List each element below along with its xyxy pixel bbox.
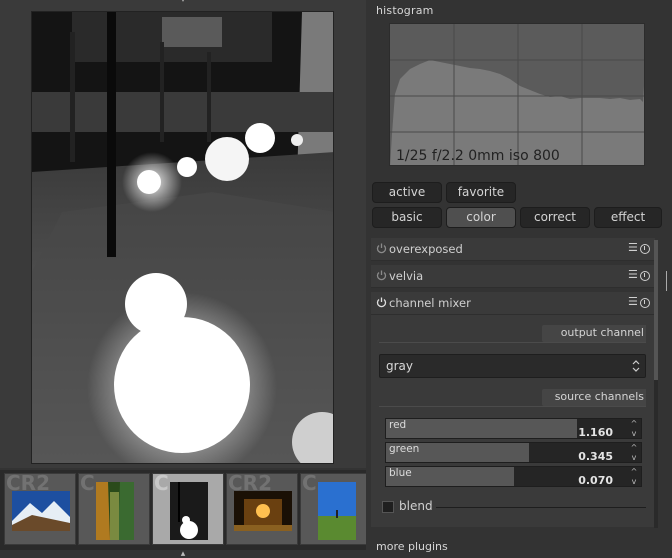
blend-label: blend <box>399 499 433 513</box>
slider-value: 1.160 <box>578 426 613 439</box>
spin-arrows-icon[interactable]: ^ v <box>630 443 638 463</box>
exposure-info: 1/25 f/2.2 0mm iso 800 <box>396 148 560 164</box>
blend-separator <box>436 507 646 508</box>
slider-value: 0.070 <box>578 474 613 487</box>
thumb-image <box>12 491 70 531</box>
photo-canvas <box>32 12 333 463</box>
plugin-name: velvia <box>389 269 424 283</box>
slider-label: green <box>389 443 420 455</box>
output-channel-dropdown[interactable]: gray <box>379 354 646 378</box>
power-icon[interactable] <box>376 243 387 254</box>
thumb-extension: C <box>302 473 317 495</box>
filmstrip-thumb-2[interactable]: C <box>78 473 150 545</box>
plugin-channel-mixer[interactable]: channel mixer ☰ <box>371 292 655 315</box>
spin-arrows-icon[interactable]: ^ v <box>630 419 638 439</box>
blue-slider[interactable]: blue 0.070 ^ v <box>385 466 642 487</box>
filmstrip: CR2 C C CR2 C <box>0 470 372 550</box>
thumb-image <box>96 482 134 540</box>
top-panel-arrow-icon[interactable]: ▾ <box>177 0 189 5</box>
panel-edge-handle-icon[interactable] <box>666 271 671 291</box>
histogram-canvas <box>390 24 644 165</box>
bottom-panel-arrow-icon[interactable]: ▴ <box>177 550 189 558</box>
plugin-overexposed[interactable]: overexposed ☰ <box>371 238 655 261</box>
histogram-graph[interactable]: 1/25 f/2.2 0mm iso 800 <box>389 23 645 166</box>
plugin-velvia[interactable]: velvia ☰ <box>371 265 655 288</box>
plugin-name: channel mixer <box>389 296 471 310</box>
slider-label: red <box>389 419 407 431</box>
power-icon[interactable] <box>376 270 387 281</box>
section-divider <box>379 406 646 407</box>
source-channels-label: source channels <box>554 390 644 403</box>
thumb-extension: C <box>80 473 95 495</box>
group-basic-button[interactable]: basic <box>372 207 442 228</box>
power-icon[interactable] <box>376 297 387 308</box>
blend-checkbox[interactable] <box>382 501 394 513</box>
thumb-image <box>318 482 356 540</box>
more-plugins-title[interactable]: more plugins <box>376 540 448 553</box>
spin-arrows-icon[interactable]: ^ v <box>630 467 638 487</box>
reset-icon[interactable] <box>640 271 650 281</box>
filmstrip-thumb-5[interactable]: C <box>300 473 372 545</box>
green-slider[interactable]: green 0.345 ^ v <box>385 442 642 463</box>
thumb-extension: C <box>154 473 169 495</box>
output-channel-label: output channel <box>560 326 644 339</box>
filter-active-button[interactable]: active <box>372 182 442 203</box>
output-channel-value: gray <box>386 359 414 373</box>
thumb-image <box>170 482 208 540</box>
presets-menu-icon[interactable]: ☰ <box>628 241 638 254</box>
filmstrip-thumb-4[interactable]: CR2 <box>226 473 298 545</box>
slider-fill <box>386 419 578 438</box>
red-slider[interactable]: red 1.160 ^ v <box>385 418 642 439</box>
main-photo <box>31 11 334 464</box>
filmstrip-thumb-1[interactable]: CR2 <box>4 473 76 545</box>
group-correct-button[interactable]: correct <box>520 207 590 228</box>
presets-menu-icon[interactable]: ☰ <box>628 268 638 281</box>
filter-favorite-button[interactable]: favorite <box>446 182 516 203</box>
plugin-name: overexposed <box>389 242 463 256</box>
filmstrip-thumb-3[interactable]: C <box>152 473 224 545</box>
thumb-image <box>234 491 292 531</box>
reset-icon[interactable] <box>640 298 650 308</box>
slider-label: blue <box>389 467 412 479</box>
section-divider <box>379 342 646 343</box>
updown-arrows-icon <box>632 360 640 372</box>
presets-menu-icon[interactable]: ☰ <box>628 295 638 308</box>
reset-icon[interactable] <box>640 244 650 254</box>
plugin-scrollbar-thumb[interactable] <box>654 240 658 380</box>
group-effect-button[interactable]: effect <box>594 207 662 228</box>
histogram-title[interactable]: histogram <box>376 4 434 17</box>
slider-value: 0.345 <box>578 450 613 463</box>
group-color-button[interactable]: color <box>446 207 516 228</box>
